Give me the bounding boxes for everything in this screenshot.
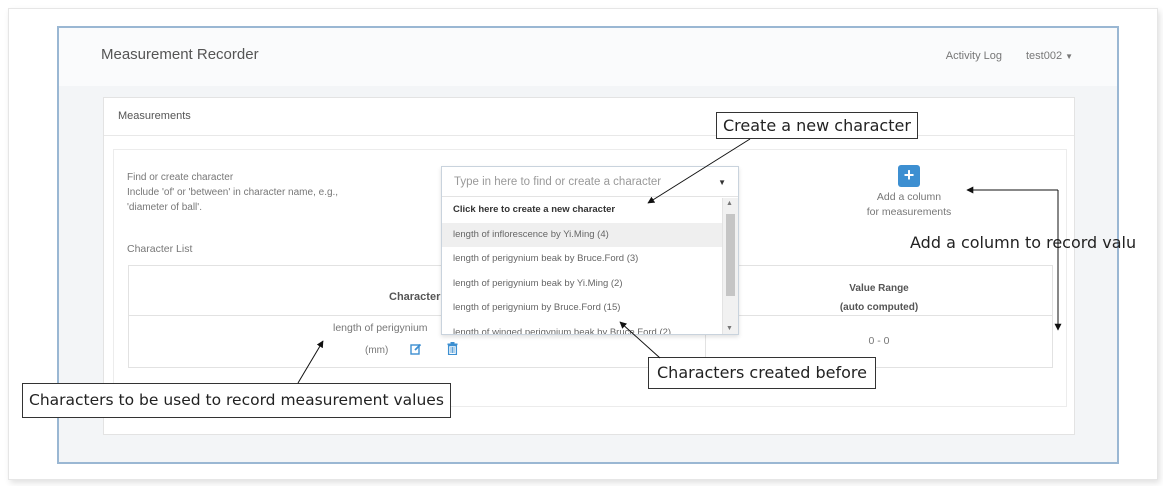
- add-column-button[interactable]: +: [898, 165, 920, 187]
- characters-created-before-callout: Characters created before: [648, 357, 876, 389]
- character-search-input[interactable]: Type in here to find or create a charact…: [442, 167, 738, 197]
- dropdown-option[interactable]: length of inflorescence by Yi.Ming (4): [442, 222, 722, 247]
- character-search-dropdown: Type in here to find or create a charact…: [441, 166, 739, 335]
- add-column-annotation: Add a column to record valu: [910, 233, 1137, 252]
- create-new-character-option[interactable]: Click here to create a new character: [442, 198, 722, 223]
- app-title: Measurement Recorder: [101, 46, 259, 63]
- dropdown-option[interactable]: length of perigynium beak by Bruce.Ford …: [442, 247, 722, 272]
- character-name: length of perigynium: [333, 322, 428, 334]
- edit-icon[interactable]: [410, 343, 422, 355]
- trash-icon[interactable]: [447, 342, 458, 355]
- add-column-area: + Add a column for measurements: [834, 165, 984, 220]
- dropdown-option[interactable]: length of perigynium beak by Yi.Ming (2): [442, 272, 722, 297]
- value-range-sublabel: (auto computed): [839, 302, 919, 313]
- find-label-line: 'diameter of ball'.: [127, 202, 202, 213]
- find-label-line: Include 'of' or 'between' in character n…: [127, 187, 339, 198]
- add-column-label: Add a column: [876, 191, 942, 203]
- caret-down-icon: ▼: [1065, 52, 1073, 61]
- character-unit: (mm): [365, 345, 389, 356]
- characters-to-be-used-callout: Characters to be used to record measurem…: [22, 383, 451, 418]
- user-menu[interactable]: test002 ▼: [1026, 50, 1073, 62]
- value-range-label: Value Range: [849, 283, 909, 294]
- character-list-label: Character List: [127, 243, 193, 255]
- scroll-down-icon[interactable]: ▼: [726, 325, 733, 332]
- nav-right: Activity Log test002 ▼: [946, 50, 1073, 62]
- user-name: test002: [1025, 50, 1063, 62]
- caret-down-icon[interactable]: ▼: [718, 178, 726, 187]
- dropdown-scrollbar[interactable]: ▲ ▼: [722, 198, 738, 334]
- find-create-help: Find or create character Include 'of' or…: [127, 170, 338, 215]
- activity-log-link[interactable]: Activity Log: [946, 50, 1002, 62]
- panel-heading: Measurements: [104, 98, 1074, 136]
- dropdown-option[interactable]: length of perigynium by Bruce.Ford (15): [442, 296, 722, 321]
- character-header-label: Character: [389, 291, 441, 303]
- search-placeholder: Type in here to find or create a charact…: [454, 176, 662, 188]
- add-column-sublabel: for measurements: [866, 206, 952, 218]
- dropdown-option[interactable]: length of winged perigynium beak by Bruc…: [442, 321, 722, 335]
- value-range-header: Value Range (auto computed): [706, 266, 1052, 316]
- find-label-line: Find or create character: [127, 172, 234, 183]
- navbar: Measurement Recorder Activity Log test00…: [59, 28, 1117, 86]
- dropdown-options: Click here to create a new character len…: [442, 198, 722, 334]
- scrollbar-thumb[interactable]: [726, 214, 735, 296]
- scroll-up-icon[interactable]: ▲: [726, 200, 733, 207]
- create-character-callout: Create a new character: [716, 112, 918, 139]
